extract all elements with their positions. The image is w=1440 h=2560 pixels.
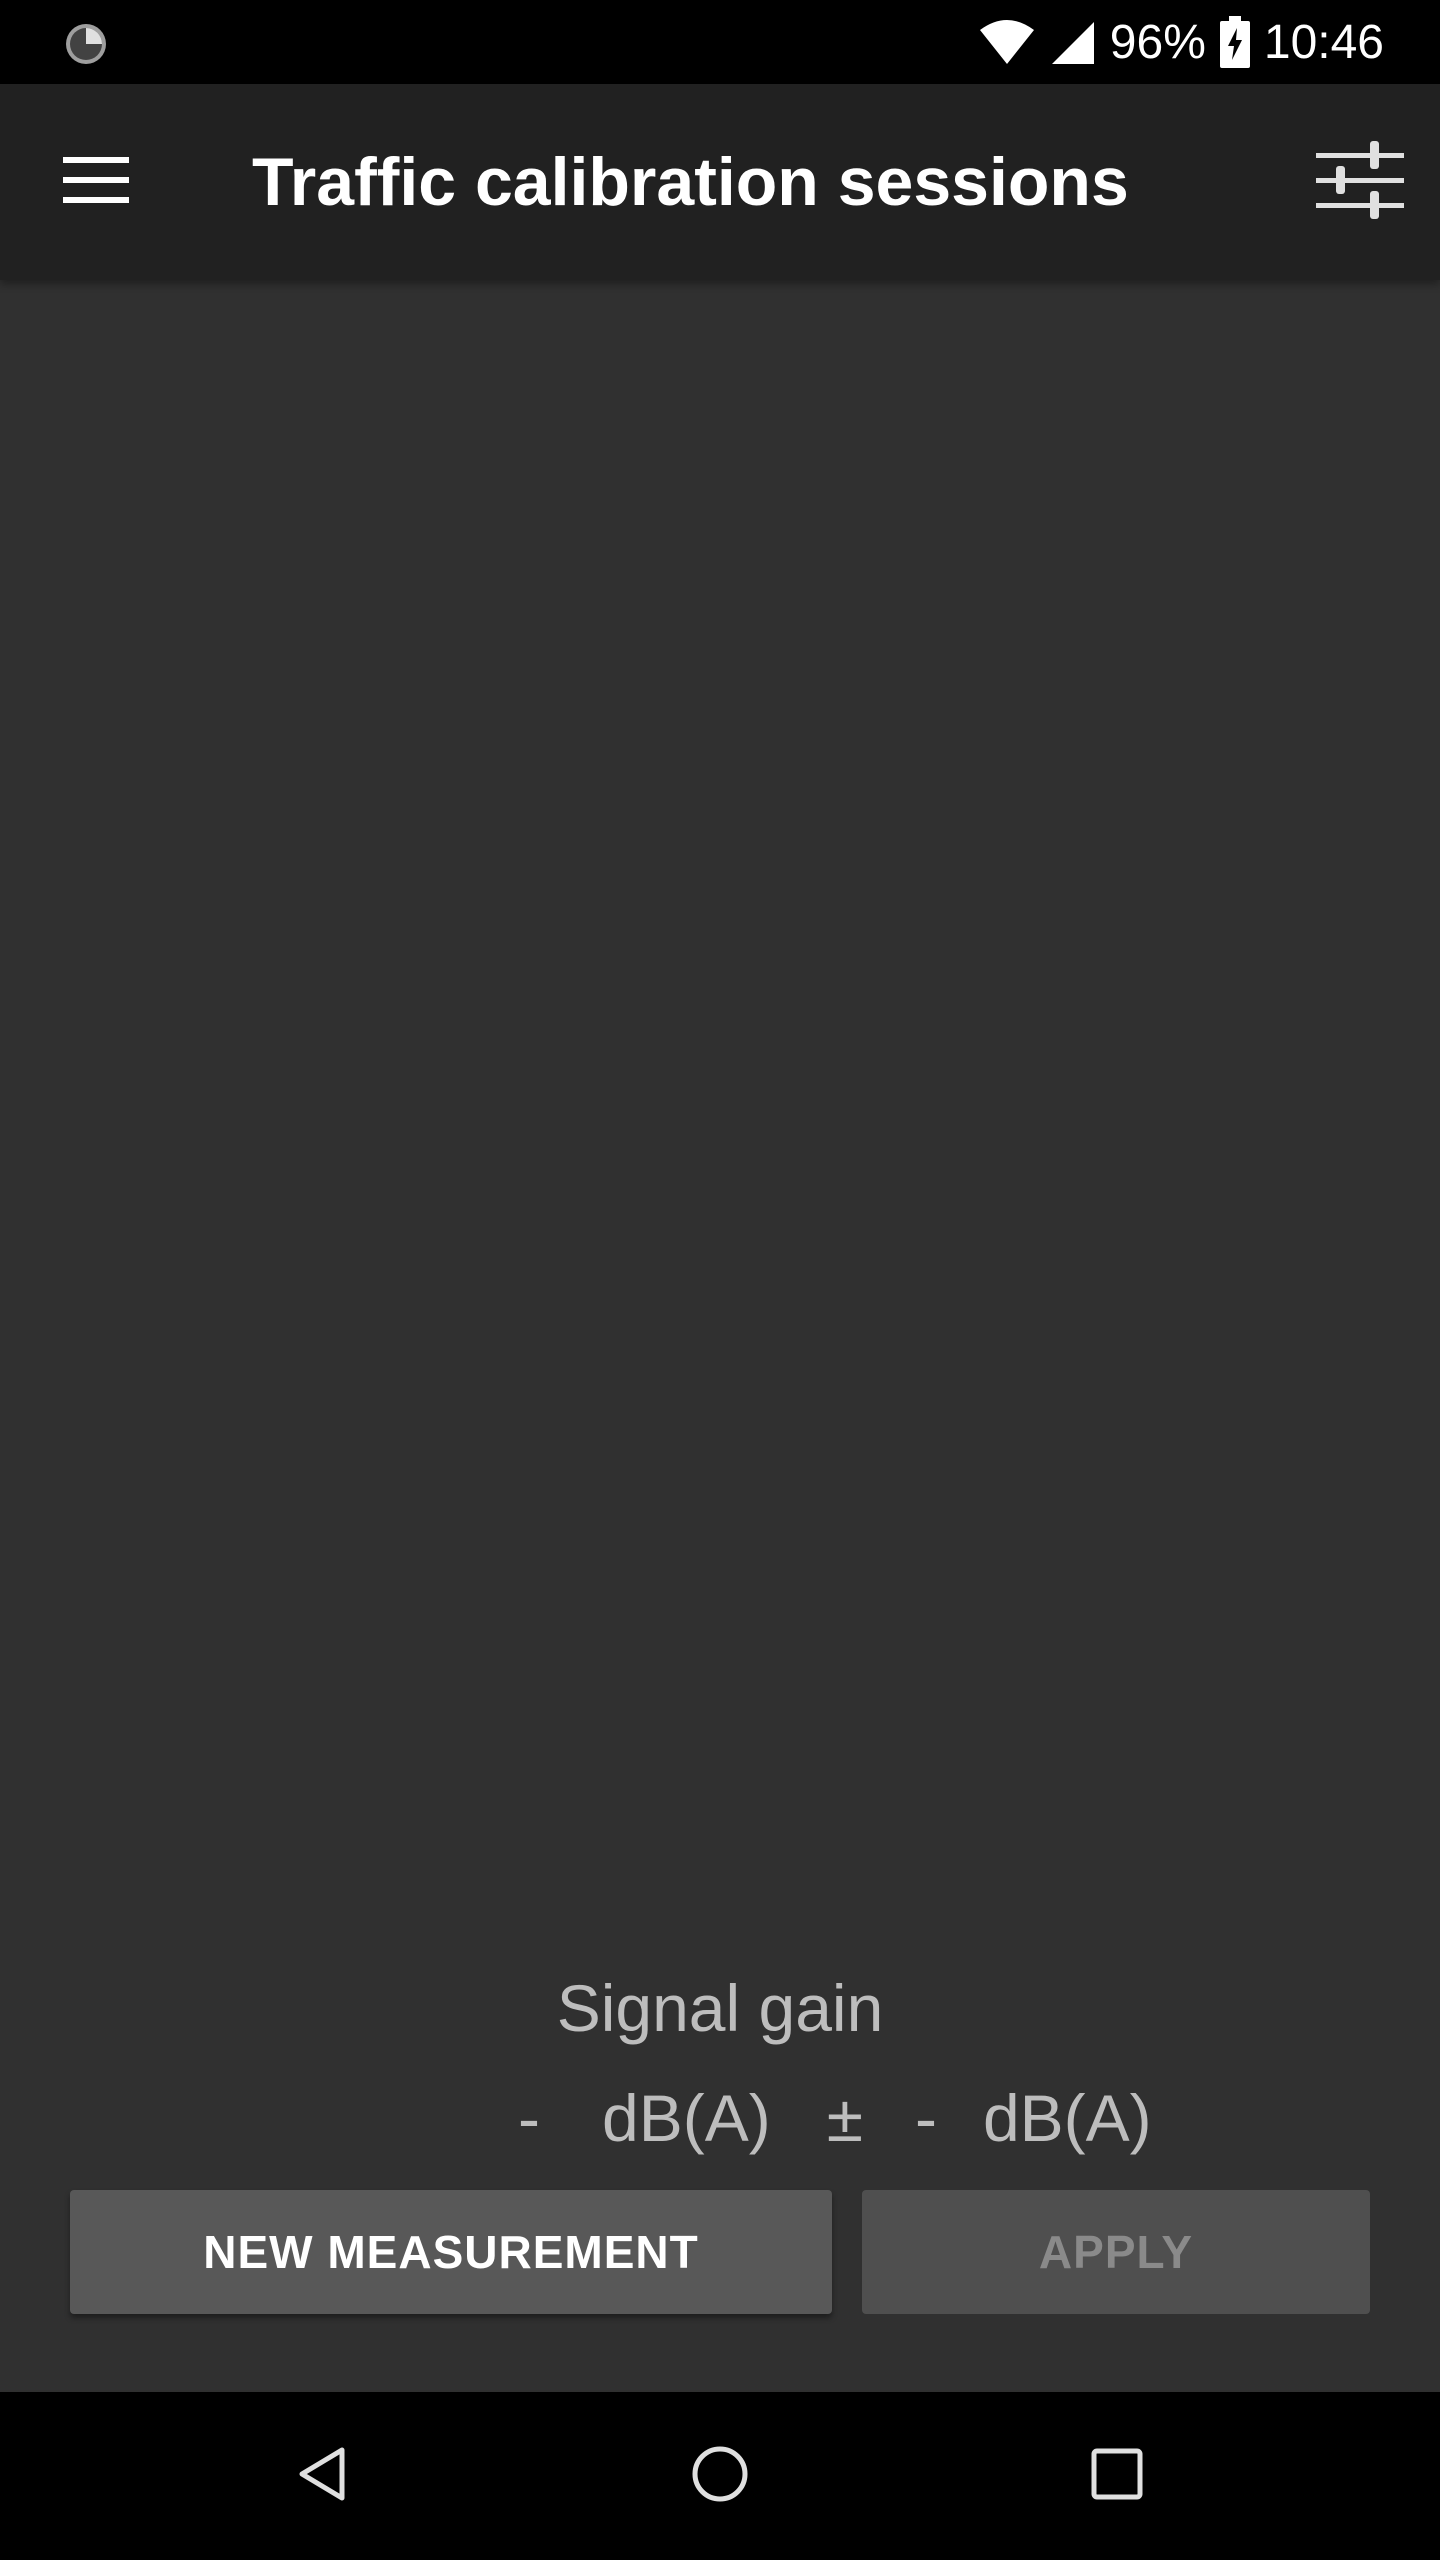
settings-button[interactable] — [1310, 132, 1410, 232]
back-button[interactable] — [272, 2426, 372, 2526]
home-icon — [690, 2444, 750, 2509]
gain-uncertainty: - — [914, 2081, 937, 2155]
wifi-icon — [978, 18, 1036, 66]
battery-percent: 96% — [1109, 15, 1206, 69]
tune-icon — [1316, 136, 1404, 229]
status-time: 10:46 — [1263, 15, 1384, 69]
recents-button[interactable] — [1067, 2426, 1167, 2526]
recents-icon — [1089, 2446, 1145, 2507]
signal-gain-title: Signal gain — [556, 1971, 884, 2045]
app-bar: Traffic calibration sessions — [0, 84, 1440, 280]
navigation-bar — [0, 2392, 1440, 2560]
loading-icon — [64, 22, 108, 66]
menu-button[interactable] — [48, 134, 144, 230]
apply-button[interactable]: APPLY — [862, 2190, 1370, 2314]
gain-uncertainty-unit: dB(A) — [982, 2081, 1152, 2155]
back-icon — [294, 2444, 350, 2509]
status-icons: 96% 10:46 — [978, 0, 1384, 84]
content-area: Signal gain - dB(A) ± - dB(A) — [0, 280, 1440, 2392]
gain-value: - — [518, 2081, 540, 2155]
new-measurement-button[interactable]: NEW MEASUREMENT — [70, 2190, 832, 2314]
page-title: Traffic calibration sessions — [252, 144, 1129, 220]
status-bar: 96% 10:46 — [0, 0, 1440, 84]
cell-signal-icon — [1050, 18, 1096, 66]
plus-minus-sign: ± — [826, 2081, 863, 2155]
battery-charging-icon — [1219, 16, 1250, 68]
home-button[interactable] — [670, 2426, 770, 2526]
signal-gain-values: - dB(A) ± - dB(A) — [518, 2080, 1152, 2156]
gain-unit: dB(A) — [602, 2081, 771, 2155]
menu-icon — [63, 155, 129, 210]
